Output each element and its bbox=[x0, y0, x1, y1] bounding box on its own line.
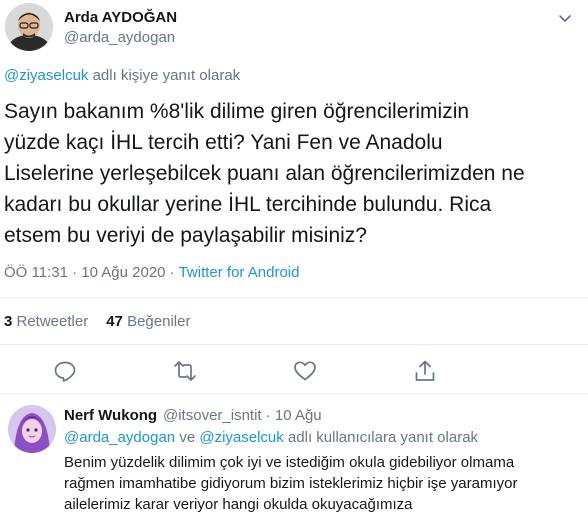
reply-text: Benim yüzdelik dilimim çok iyi ve istedi… bbox=[64, 454, 518, 513]
reply-mention-link[interactable]: @ziyaselcuk bbox=[4, 67, 88, 84]
likes-label: Beğeniler bbox=[122, 313, 191, 330]
tweet-meta: ÖÖ 11:31 · 10 Ağu 2020 · Twitter for And… bbox=[4, 264, 299, 281]
reply-mention-link[interactable]: @arda_aydogan bbox=[64, 429, 175, 446]
tweet-source-link[interactable]: Twitter for Android bbox=[179, 264, 300, 281]
reply-author-handle[interactable]: @itsover_isntit · 10 Ağu bbox=[163, 407, 322, 424]
divider bbox=[0, 297, 588, 298]
likes-count: 47 bbox=[106, 313, 123, 330]
reply-author-name[interactable]: Nerf Wukong bbox=[64, 407, 157, 424]
author-name[interactable]: Arda AYDOĞAN bbox=[64, 9, 177, 26]
tweet-stats: 3 Retweetler 47 Beğeniler bbox=[4, 313, 208, 330]
author-avatar[interactable] bbox=[5, 3, 53, 51]
author-handle[interactable]: @arda_aydogan bbox=[64, 29, 175, 46]
divider bbox=[0, 393, 588, 394]
tweet-text: Sayın bakanım %8'lik dilime giren öğrenc… bbox=[4, 100, 525, 247]
reply-context: @ziyaselcuk adlı kişiye yanıt olarak bbox=[4, 67, 240, 84]
reply-icon[interactable] bbox=[52, 358, 78, 384]
retweets-stat[interactable]: 3 Retweetler bbox=[4, 313, 88, 330]
reply-author-avatar[interactable] bbox=[8, 405, 56, 453]
chevron-down-icon[interactable] bbox=[556, 9, 574, 27]
retweets-label: Retweetler bbox=[12, 313, 89, 330]
reply-context-suffix: adlı kullanıcılara yanıt olarak bbox=[283, 429, 479, 446]
tweet-timestamp[interactable]: ÖÖ 11:31 · 10 Ağu 2020 · bbox=[4, 264, 179, 281]
reply-context: @arda_aydogan ve @ziyaselcuk adlı kullan… bbox=[64, 429, 478, 446]
action-bar bbox=[0, 358, 588, 386]
likes-stat[interactable]: 47 Beğeniler bbox=[106, 313, 190, 330]
reply-mention-link[interactable]: @ziyaselcuk bbox=[199, 429, 283, 446]
reply-context-and: ve bbox=[175, 429, 200, 446]
heart-icon[interactable] bbox=[292, 358, 318, 384]
share-icon[interactable] bbox=[412, 358, 438, 384]
retweet-icon[interactable] bbox=[172, 358, 198, 384]
reply-context-suffix: adlı kişiye yanıt olarak bbox=[88, 67, 241, 84]
divider bbox=[0, 344, 588, 345]
